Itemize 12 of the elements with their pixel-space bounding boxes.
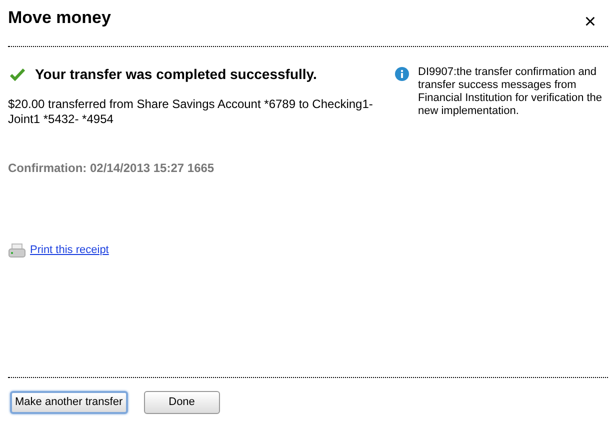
printer-icon	[8, 242, 26, 258]
info-icon	[395, 67, 409, 81]
close-button[interactable]: ×	[584, 12, 596, 32]
transfer-details: $20.00 transferred from Share Savings Account *6789 to Checking1-Joint1 *5432- *4954	[8, 97, 374, 127]
dialog-title: Move money	[8, 7, 111, 29]
make-another-transfer-button[interactable]: Make another transfer	[10, 391, 128, 414]
done-button[interactable]: Done	[144, 391, 220, 414]
info-note: DI9907:the transfer confirmation and transfer success messages from Financial Institution for verification the new implementation.	[418, 66, 604, 118]
success-message: Your transfer was completed successfully.	[35, 65, 317, 84]
print-receipt-link[interactable]: Print this receipt	[30, 242, 109, 258]
check-icon	[10, 68, 25, 81]
confirmation-text: Confirmation: 02/14/2013 15:27 1665	[8, 160, 216, 177]
